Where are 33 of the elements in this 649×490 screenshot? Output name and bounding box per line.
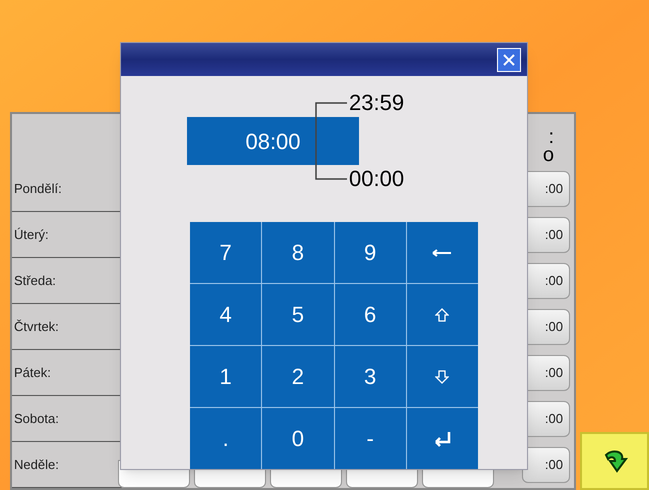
value-display: 08:00 [187,117,359,166]
day-label: Neděle: [14,456,59,474]
column-header-text: : [548,128,554,146]
enter-icon [433,430,452,446]
day-label: Sobota: [14,410,59,428]
key-button[interactable]: 7 [190,222,262,283]
max-value: 23:59 [349,89,404,118]
day-label: Středa: [14,272,56,290]
day-label: Čtvrtek: [14,318,59,336]
close-button[interactable] [497,48,521,72]
key-button[interactable]: 1 [190,346,262,407]
day-label: Pondělí: [14,180,62,198]
key-button[interactable]: 4 [190,284,262,345]
key-button[interactable]: 8 [262,222,334,283]
min-value: 00:00 [349,165,404,194]
key-button[interactable]: - [334,408,406,469]
key-button[interactable]: 9 [334,222,406,283]
day-label: Úterý: [14,226,49,244]
range-bracket-icon [315,102,347,180]
column-header-text: o [542,146,554,164]
key-button[interactable]: . [190,408,262,469]
key-button[interactable]: 5 [262,284,334,345]
close-icon [502,52,516,67]
key-button[interactable]: 3 [334,346,406,407]
key-button[interactable]: 6 [334,284,406,345]
time-button[interactable]: :00 [522,447,570,483]
day-label: Pátek: [14,364,51,382]
key-button[interactable]: 0 [262,408,334,469]
enter-key[interactable] [406,408,478,469]
down-arrow-icon [435,370,450,384]
key-button[interactable]: 2 [262,346,334,407]
next-button[interactable] [580,432,649,490]
up-arrow-icon [435,308,450,322]
